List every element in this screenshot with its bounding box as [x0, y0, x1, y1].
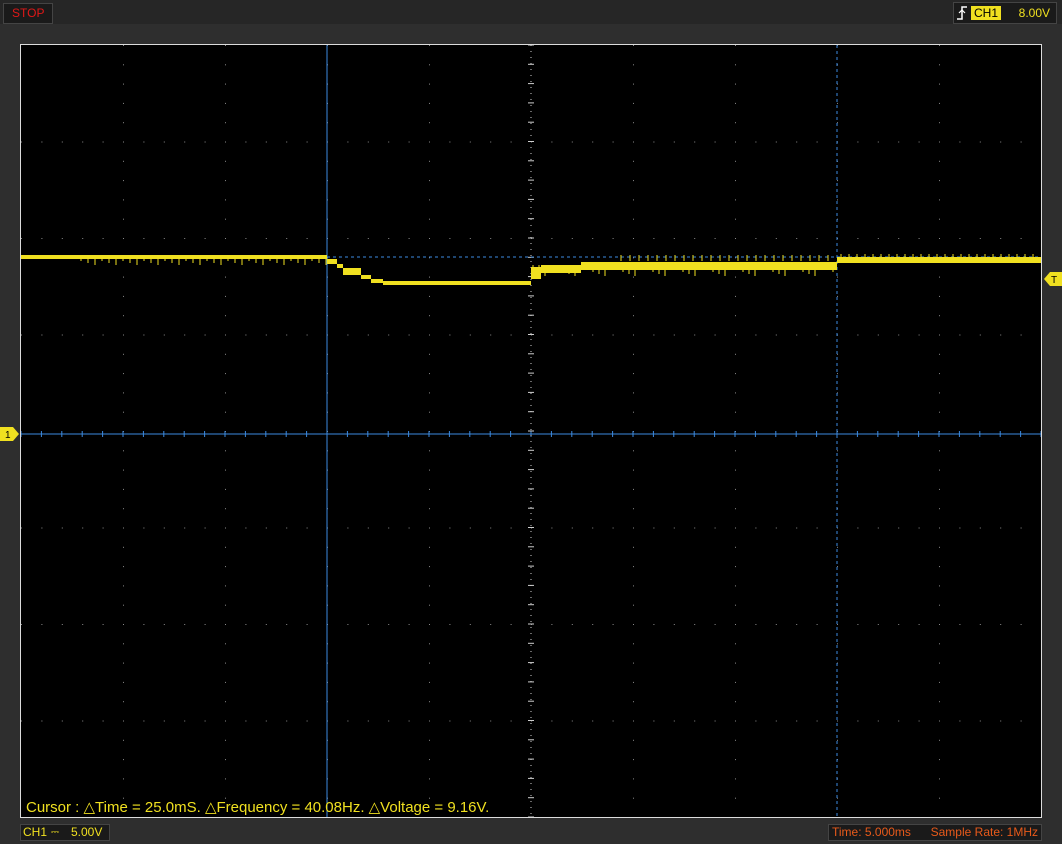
time-per-div: Time: 5.000ms — [832, 825, 911, 839]
acquisition-info[interactable]: Time: 5.000ms Sample Rate: 1MHz — [828, 824, 1042, 841]
trigger-level-marker[interactable]: T — [1044, 272, 1062, 286]
svg-text:1: 1 — [5, 430, 11, 441]
channel-label: CH1 — [23, 825, 48, 839]
ch1-ground-marker[interactable]: 1 — [0, 427, 20, 441]
waveform-graticule — [21, 45, 1041, 817]
ch1-trace — [21, 254, 1041, 285]
run-stop-button[interactable]: STOP — [3, 3, 54, 24]
trigger-status[interactable]: CH1 8.00V — [953, 2, 1057, 24]
top-toolbar: STOP CH1 8.00V — [0, 0, 1062, 24]
dc-coupling-icon: ⎓ — [51, 827, 59, 838]
trigger-level: 8.00V — [1018, 6, 1050, 20]
waveform-display[interactable] — [20, 44, 1042, 818]
svg-text:T: T — [1051, 275, 1057, 286]
cursor-readout: Cursor : △Time = 25.0mS. △Frequency = 40… — [26, 799, 490, 816]
trigger-channel: CH1 — [971, 6, 1002, 20]
sample-rate: Sample Rate: 1MHz — [930, 825, 1038, 839]
ch1-settings[interactable]: CH1 ⎓ 5.00V — [20, 824, 110, 841]
rising-edge-trigger-icon — [957, 6, 967, 20]
volts-per-div: 5.00V — [71, 825, 103, 839]
